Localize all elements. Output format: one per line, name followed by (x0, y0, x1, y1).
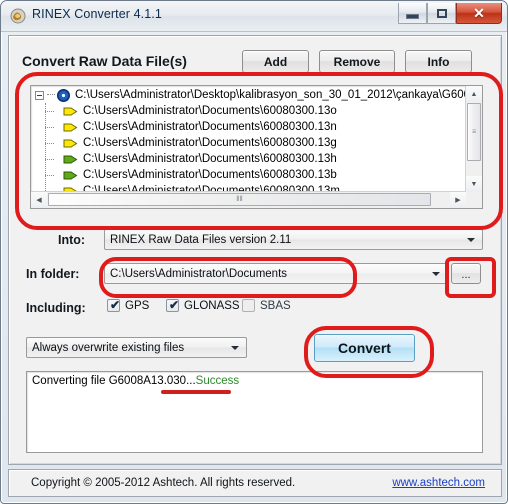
tree-row[interactable]: C:\Users\Administrator\Desktop\kalibrasy… (31, 87, 482, 103)
tree-connector (47, 94, 55, 96)
scroll-up-icon[interactable]: ▲ (466, 86, 482, 102)
application-window: RINEX Converter 4.1.1 ✕ Convert Raw Data… (0, 0, 508, 504)
overwrite-policy-select[interactable]: Always overwrite existing files (26, 337, 247, 358)
checkbox-glonass[interactable]: ✔ GLONASS (166, 298, 240, 312)
into-label: Into: (58, 233, 86, 247)
tree-connector (45, 175, 54, 177)
check-icon: ✔ (169, 298, 180, 312)
checkbox-gps[interactable]: ✔ GPS (107, 298, 150, 312)
minimize-icon (406, 14, 419, 19)
maximize-button[interactable] (427, 3, 456, 24)
output-folder-select[interactable]: C:\Users\Administrator\Documents (104, 263, 448, 284)
tree-horizontal-scrollbar[interactable]: ◀ ⦀⦀ ▶ (31, 191, 466, 208)
scroll-left-icon[interactable]: ◀ (31, 192, 47, 208)
minimize-button[interactable] (398, 3, 427, 24)
output-format-value: RINEX Raw Data Files version 2.11 (110, 233, 292, 246)
checkbox-gps-label: GPS (125, 299, 150, 312)
close-button[interactable]: ✕ (456, 3, 502, 24)
scroll-down-icon[interactable]: ▼ (466, 176, 482, 192)
scroll-grip-icon: ≡ (471, 128, 477, 136)
tree-vertical-scrollbar[interactable]: ▲ ≡ ▼ (465, 86, 482, 192)
chevron-down-icon (432, 271, 440, 276)
app-swirl-icon (10, 8, 26, 24)
page-title: Convert Raw Data File(s) (22, 53, 187, 69)
output-folder-value: C:\Users\Administrator\Documents (110, 267, 288, 280)
log-status: Success (195, 375, 240, 387)
website-link[interactable]: www.ashtech.com (392, 477, 485, 489)
conversion-log[interactable]: Converting file G6008A13.030...Success (26, 371, 483, 453)
title-bar: RINEX Converter 4.1.1 ✕ (1, 1, 507, 32)
remove-button[interactable]: Remove (319, 50, 395, 73)
tree-connector (45, 143, 54, 145)
window-title: RINEX Converter 4.1.1 (32, 7, 162, 21)
checkbox-glonass-label: GLONASS (184, 299, 240, 312)
tree-row[interactable]: C:\Users\Administrator\Documents\6008030… (31, 151, 468, 167)
tree-connector (45, 159, 54, 161)
tree-row[interactable]: C:\Users\Administrator\Documents\6008030… (31, 167, 468, 183)
green-arrow-icon (63, 154, 78, 165)
tree-row[interactable]: C:\Users\Administrator\Documents\6008030… (31, 103, 468, 119)
file-tree-rows: C:\Users\Administrator\Desktop\kalibrasy… (31, 87, 482, 199)
chevron-down-icon (467, 237, 475, 242)
check-icon: ✔ (110, 298, 121, 312)
file-tree-view[interactable]: C:\Users\Administrator\Desktop\kalibrasy… (30, 85, 483, 209)
copyright-text: Copyright © 2005-2012 Ashtech. All right… (31, 477, 296, 489)
tree-row-label: C:\Users\Administrator\Documents\6008030… (83, 169, 337, 181)
checkbox-sbas[interactable]: SBAS (242, 299, 291, 312)
in-folder-label: In folder: (26, 267, 80, 281)
tree-row-label: C:\Users\Administrator\Documents\6008030… (83, 105, 337, 117)
convert-button[interactable]: Convert (314, 334, 415, 362)
tree-row-label: C:\Users\Administrator\Documents\6008030… (83, 121, 337, 133)
output-format-select[interactable]: RINEX Raw Data Files version 2.11 (104, 229, 483, 250)
scrollbar-corner (466, 192, 482, 208)
close-icon: ✕ (473, 5, 485, 21)
tree-children-group: C:\Users\Administrator\Documents\6008030… (31, 103, 468, 199)
tree-connector (45, 111, 54, 113)
scroll-grip-icon: ⦀⦀ (236, 195, 243, 203)
green-arrow-icon (63, 170, 78, 181)
tree-row[interactable]: C:\Users\Administrator\Documents\6008030… (31, 135, 468, 151)
scroll-right-icon[interactable]: ▶ (450, 192, 466, 208)
overwrite-policy-value: Always overwrite existing files (32, 341, 185, 354)
yellow-arrow-icon (63, 138, 78, 149)
browse-folder-button[interactable]: ... (451, 263, 481, 284)
add-button[interactable]: Add (242, 50, 309, 73)
checkbox-sbas-label: SBAS (260, 299, 291, 312)
collapse-minus-icon[interactable] (35, 90, 44, 100)
scroll-thumb-vertical[interactable]: ≡ (467, 103, 481, 161)
tree-connector (45, 127, 54, 129)
scroll-thumb-horizontal[interactable]: ⦀⦀ (48, 193, 431, 206)
footer-bar: Copyright © 2005-2012 Ashtech. All right… (8, 469, 502, 497)
tree-row-label: C:\Users\Administrator\Documents\6008030… (83, 153, 337, 165)
checkbox-glonass-box[interactable]: ✔ (166, 298, 180, 312)
yellow-arrow-icon (63, 122, 78, 133)
checkbox-gps-box[interactable]: ✔ (107, 298, 121, 312)
log-message: Converting file G6008A13.030... (32, 375, 196, 387)
blue-node-icon (57, 88, 70, 102)
chevron-down-icon (231, 345, 239, 350)
tree-row-label: C:\Users\Administrator\Desktop\kalibrasy… (75, 89, 483, 101)
yellow-arrow-icon (63, 106, 78, 117)
checkbox-sbas-box[interactable] (242, 299, 255, 312)
including-label: Including: (26, 301, 86, 315)
tree-row-label: C:\Users\Administrator\Documents\6008030… (83, 137, 337, 149)
info-button[interactable]: Info (405, 50, 472, 73)
maximize-icon (436, 8, 447, 18)
tree-row[interactable]: C:\Users\Administrator\Documents\6008030… (31, 119, 468, 135)
